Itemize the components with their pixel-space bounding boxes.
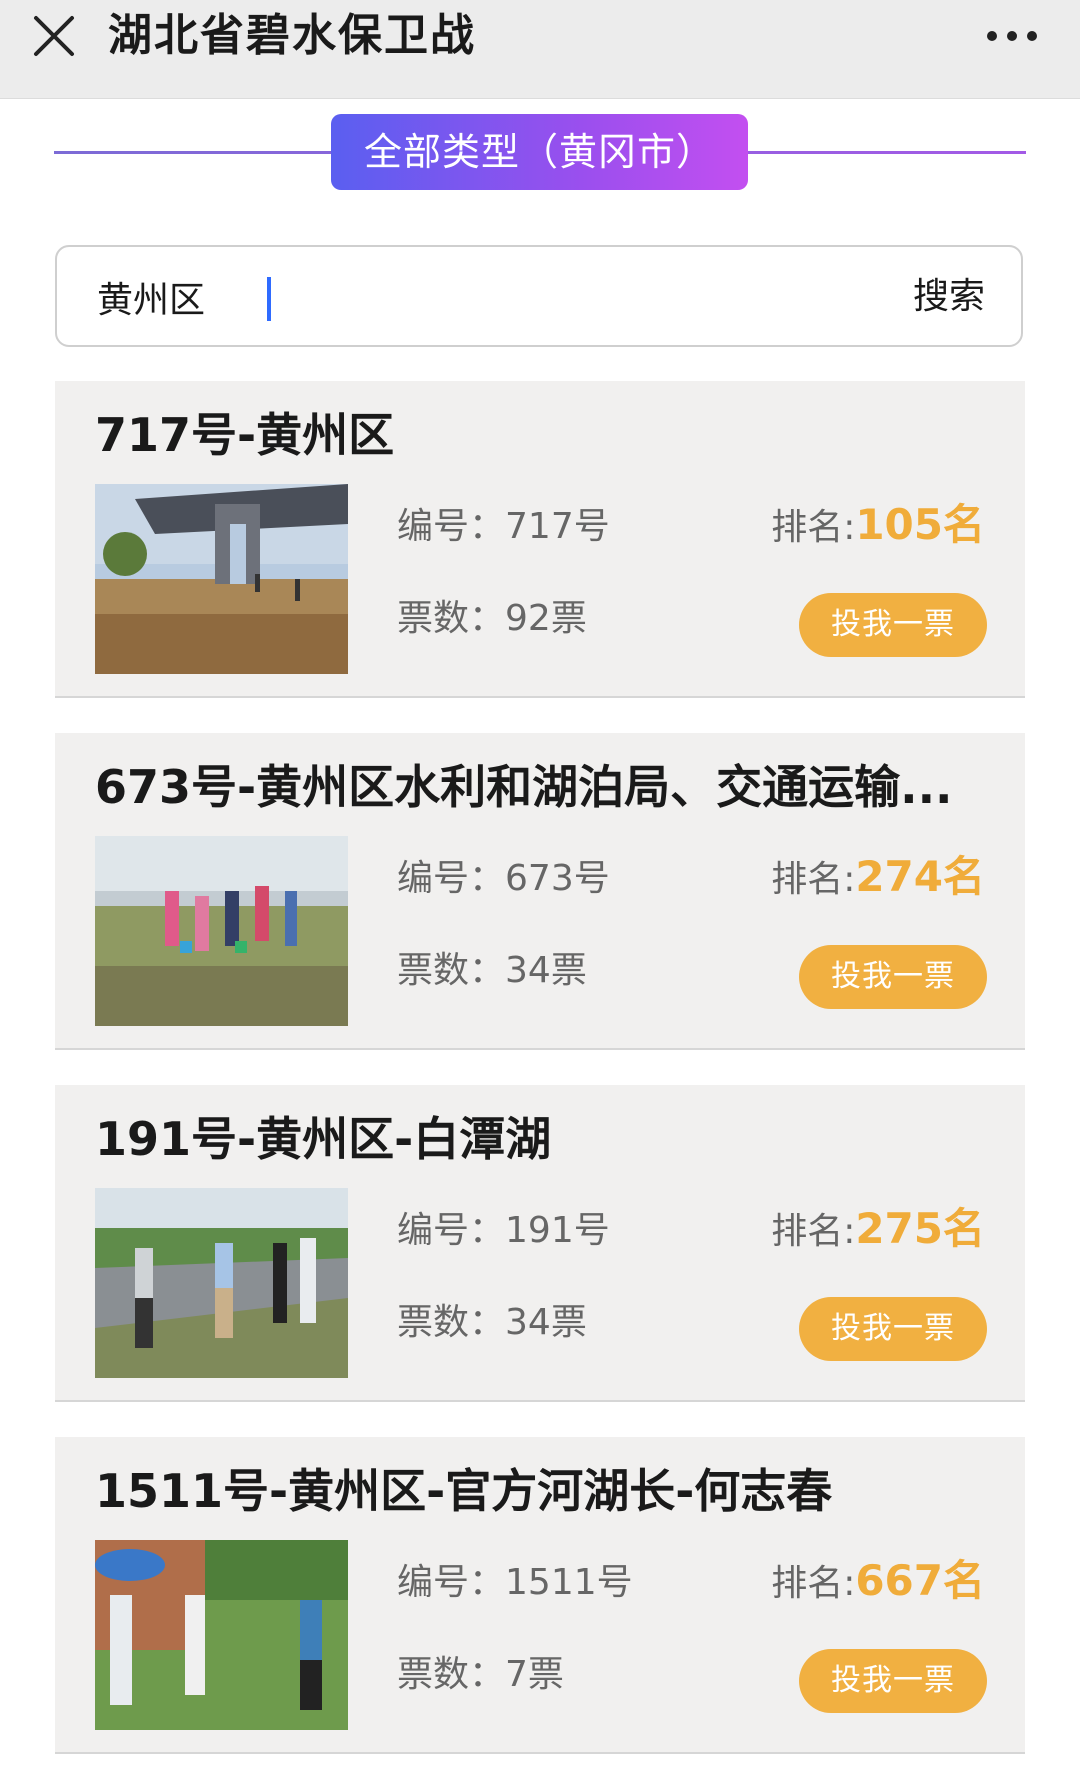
entry-rank: 排名:105名 (771, 500, 985, 549)
search-input[interactable] (97, 269, 817, 325)
entry-id: 编号：191号 (397, 1210, 610, 1251)
entry-photo[interactable] (95, 484, 348, 674)
entry-photo[interactable] (95, 836, 348, 1026)
search-button[interactable]: 搜索 (913, 269, 985, 325)
entry-rank: 排名:275名 (771, 1204, 985, 1253)
entry-id: 编号：673号 (397, 858, 610, 899)
close-icon[interactable] (28, 10, 80, 62)
entry-title[interactable]: 191号-黄州区-白潭湖 (95, 1107, 995, 1171)
vote-button[interactable]: 投我一票 (799, 1297, 987, 1361)
page-title: 湖北省碧水保卫战 (108, 10, 476, 61)
entry-votes: 票数：92票 (397, 598, 587, 639)
entry-rank: 排名:667名 (771, 1556, 985, 1605)
entry-card[interactable]: 1511号-黄州区-官方河湖长-何志春 编号：1511号 票数：7票 排名:66… (55, 1437, 1025, 1754)
entry-votes: 票数：7票 (397, 1654, 564, 1695)
entry-title[interactable]: 673号-黄州区水利和湖泊局、交通运输... (95, 755, 995, 819)
entry-title[interactable]: 717号-黄州区 (95, 403, 995, 467)
vote-button[interactable]: 投我一票 (799, 945, 987, 1009)
entry-votes: 票数：34票 (397, 950, 587, 991)
more-icon[interactable] (982, 16, 1042, 56)
top-bar: 湖北省碧水保卫战 (0, 0, 1080, 99)
entry-photo[interactable] (95, 1540, 348, 1730)
entry-id: 编号：1511号 (397, 1562, 633, 1603)
entry-title[interactable]: 1511号-黄州区-官方河湖长-何志春 (95, 1459, 995, 1523)
entry-card[interactable]: 191号-黄州区-白潭湖 编号：191号 票数：34票 排名:275名 投我一票 (55, 1085, 1025, 1402)
vote-button[interactable]: 投我一票 (799, 593, 987, 657)
category-selector[interactable]: 全部类型（黄冈市） (331, 114, 748, 190)
entry-photo[interactable] (95, 1188, 348, 1378)
entry-card[interactable]: 673号-黄州区水利和湖泊局、交通运输... 编号：673号 票数：34票 排名… (55, 733, 1025, 1050)
text-caret (267, 277, 271, 321)
vote-button[interactable]: 投我一票 (799, 1649, 987, 1713)
entry-id: 编号：717号 (397, 506, 610, 547)
entry-card[interactable]: 717号-黄州区 编号：717号 票数：92票 排名:105名 投我一票 (55, 381, 1025, 698)
search-box: 搜索 (55, 245, 1023, 347)
entry-rank: 排名:274名 (771, 852, 985, 901)
entry-votes: 票数：34票 (397, 1302, 587, 1343)
